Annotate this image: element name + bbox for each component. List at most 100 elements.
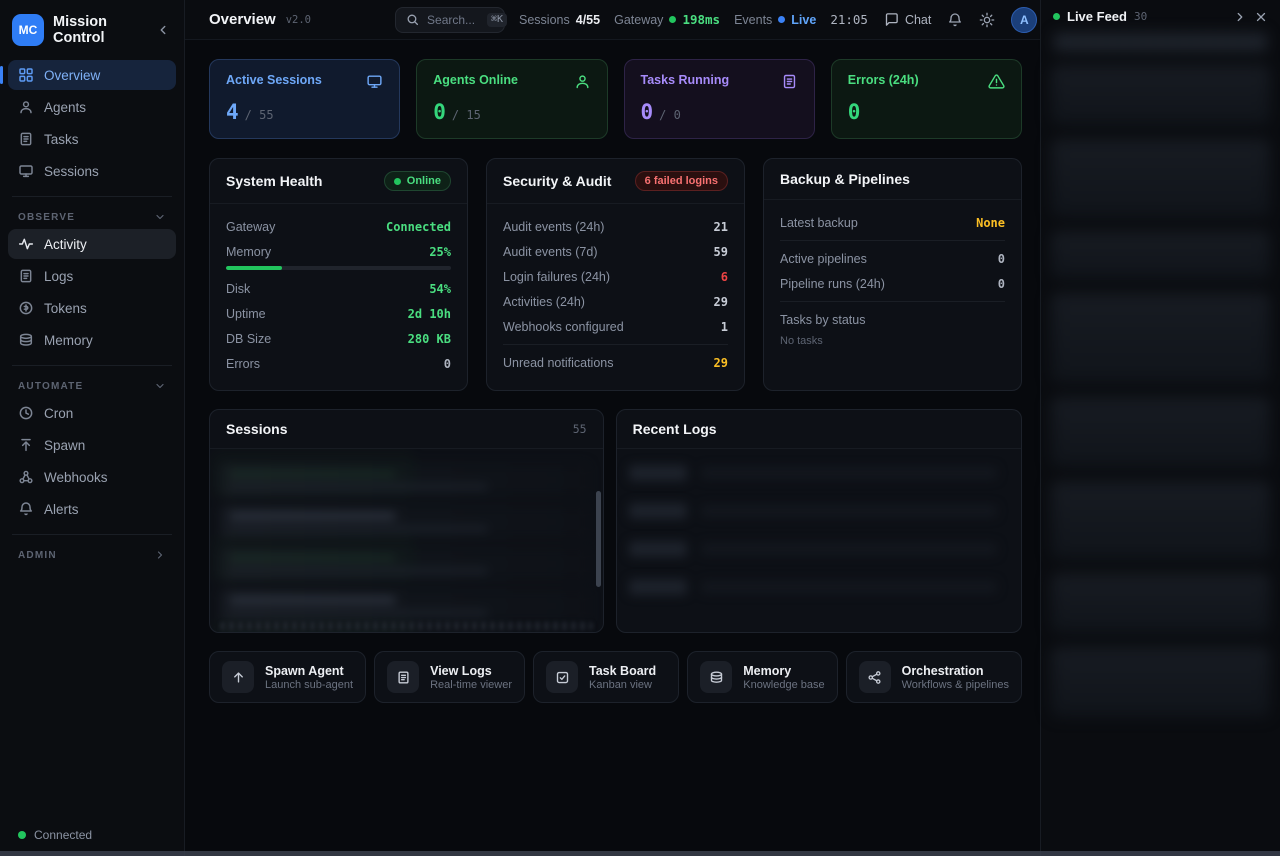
panel-title: Sessions: [226, 421, 287, 437]
action-subtitle: Real-time viewer: [430, 679, 512, 691]
sidebar-item-tasks[interactable]: Tasks: [8, 124, 176, 154]
section-automate[interactable]: AUTOMATE: [8, 376, 176, 398]
search-shortcut-kbd: ⌘K: [487, 13, 507, 27]
sidebar-item-tokens[interactable]: Tokens: [8, 293, 176, 323]
sidebar-item-sessions[interactable]: Sessions: [8, 156, 176, 186]
chevron-left-icon: [156, 23, 170, 37]
horizontal-scrollbar[interactable]: [0, 851, 1280, 856]
redacted-content: [621, 575, 1017, 601]
close-icon[interactable]: [1254, 10, 1268, 24]
stat-card-tasks-running[interactable]: Tasks Running 0 / 0: [624, 59, 815, 139]
live-feed-header: Live Feed 30: [1041, 0, 1280, 31]
topbar: Overview v2.0 ⌘K Sessions 4/55 Gateway 1…: [185, 0, 1040, 40]
stat-total: 0: [674, 108, 681, 122]
arrow-up-icon: [222, 661, 254, 693]
stat-value: 0: [641, 100, 654, 124]
memory-button[interactable]: Memory Knowledge base: [687, 651, 837, 703]
quick-actions-row: Spawn Agent Launch sub-agent View Logs R…: [209, 651, 1022, 703]
file-text-icon: [18, 131, 34, 147]
recent-logs-panel: Recent Logs: [616, 409, 1022, 633]
kv-value: 2d 10h: [408, 307, 451, 321]
card-title: Security & Audit: [503, 173, 611, 189]
stat-value: 0: [848, 100, 861, 124]
vertical-scrollbar[interactable]: [596, 491, 601, 587]
stat-label: Errors (24h): [848, 73, 919, 87]
status-dot-blue: [778, 16, 785, 23]
sessions-value: 4/55: [576, 13, 600, 27]
sidebar: MC Mission Control Overview Agents Tasks…: [0, 0, 185, 856]
sidebar-item-label: Overview: [44, 68, 100, 83]
kv-value: Connected: [386, 220, 451, 234]
sessions-label: Sessions: [519, 13, 570, 27]
info-cards-row: System Health Online Gateway Connected M…: [209, 158, 1022, 391]
kv-value: 0: [998, 252, 1005, 266]
sidebar-collapse-button[interactable]: [154, 21, 172, 39]
chevron-down-icon: [154, 380, 166, 392]
dashboard-content: Active Sessions 4 / 55 Agents Online 0 /…: [185, 40, 1040, 856]
sidebar-item-overview[interactable]: Overview: [8, 60, 176, 90]
sidebar-item-spawn[interactable]: Spawn: [8, 430, 176, 460]
search-input-wrapper[interactable]: ⌘K: [395, 7, 505, 33]
kv-label: Webhooks configured: [503, 320, 624, 334]
action-title: Orchestration: [902, 664, 1009, 678]
sidebar-item-webhooks[interactable]: Webhooks: [8, 462, 176, 492]
notifications-bell-button[interactable]: [947, 12, 963, 28]
activity-icon: [18, 236, 34, 252]
redacted-content: [621, 499, 1017, 525]
kv-label: DB Size: [226, 332, 271, 346]
stat-card-errors[interactable]: Errors (24h) 0: [831, 59, 1022, 139]
alert-triangle-icon: [988, 73, 1005, 90]
kv-value: 54%: [429, 282, 451, 296]
kv-label: Memory: [226, 245, 271, 259]
sidebar-item-label: Tokens: [44, 301, 87, 316]
page-title: Overview: [209, 11, 276, 28]
chat-bubble-icon: [884, 12, 899, 27]
online-badge: Online: [384, 171, 451, 191]
chat-label: Chat: [905, 13, 931, 27]
sidebar-item-alerts[interactable]: Alerts: [8, 494, 176, 524]
sidebar-item-label: Sessions: [44, 164, 99, 179]
arrow-up-icon: [18, 437, 34, 453]
sessions-count: 55: [573, 422, 587, 436]
monitor-icon: [366, 73, 383, 90]
sidebar-nav-observe: Activity Logs Tokens Memory: [8, 229, 176, 355]
chevron-right-icon[interactable]: [1233, 10, 1247, 24]
sidebar-item-logs[interactable]: Logs: [8, 261, 176, 291]
kanban-icon: [546, 661, 578, 693]
kv-label: Login failures (24h): [503, 270, 610, 284]
app-logo: MC: [12, 14, 44, 46]
user-avatar[interactable]: A: [1011, 7, 1037, 33]
search-input[interactable]: [427, 13, 479, 27]
theme-sun-button[interactable]: [979, 12, 995, 28]
section-admin[interactable]: ADMIN: [8, 545, 176, 567]
file-text-icon: [18, 268, 34, 284]
chat-button[interactable]: Chat: [884, 12, 931, 27]
stat-label: Agents Online: [433, 73, 518, 87]
audit-row: Activities (24h) 29: [503, 289, 728, 314]
stat-card-agents-online[interactable]: Agents Online 0 / 15: [416, 59, 607, 139]
sidebar-item-label: Tasks: [44, 132, 79, 147]
health-row-disk: Disk 54%: [226, 276, 451, 301]
kv-label: Gateway: [226, 220, 275, 234]
sidebar-item-agents[interactable]: Agents: [8, 92, 176, 122]
sidebar-item-cron[interactable]: Cron: [8, 398, 176, 428]
kv-value: 0: [444, 357, 451, 371]
sidebar-item-activity[interactable]: Activity: [8, 229, 176, 259]
topbar-events-stat: Events Live: [734, 13, 816, 27]
stat-value: 4: [226, 100, 239, 124]
stat-card-active-sessions[interactable]: Active Sessions 4 / 55: [209, 59, 400, 139]
gateway-label: Gateway: [614, 13, 663, 27]
spawn-agent-button[interactable]: Spawn Agent Launch sub-agent: [209, 651, 366, 703]
section-label: ADMIN: [18, 550, 57, 561]
live-feed-panel: Live Feed 30: [1040, 0, 1280, 856]
task-board-button[interactable]: Task Board Kanban view: [533, 651, 679, 703]
sidebar-item-memory[interactable]: Memory: [8, 325, 176, 355]
section-observe[interactable]: OBSERVE: [8, 207, 176, 229]
orchestration-button[interactable]: Orchestration Workflows & pipelines: [846, 651, 1022, 703]
view-logs-button[interactable]: View Logs Real-time viewer: [374, 651, 525, 703]
action-title: Task Board: [589, 664, 656, 678]
kv-label: Unread notifications: [503, 356, 613, 370]
kv-value: 6: [721, 270, 728, 284]
connection-status-label: Connected: [34, 828, 92, 842]
section-label: OBSERVE: [18, 212, 75, 223]
